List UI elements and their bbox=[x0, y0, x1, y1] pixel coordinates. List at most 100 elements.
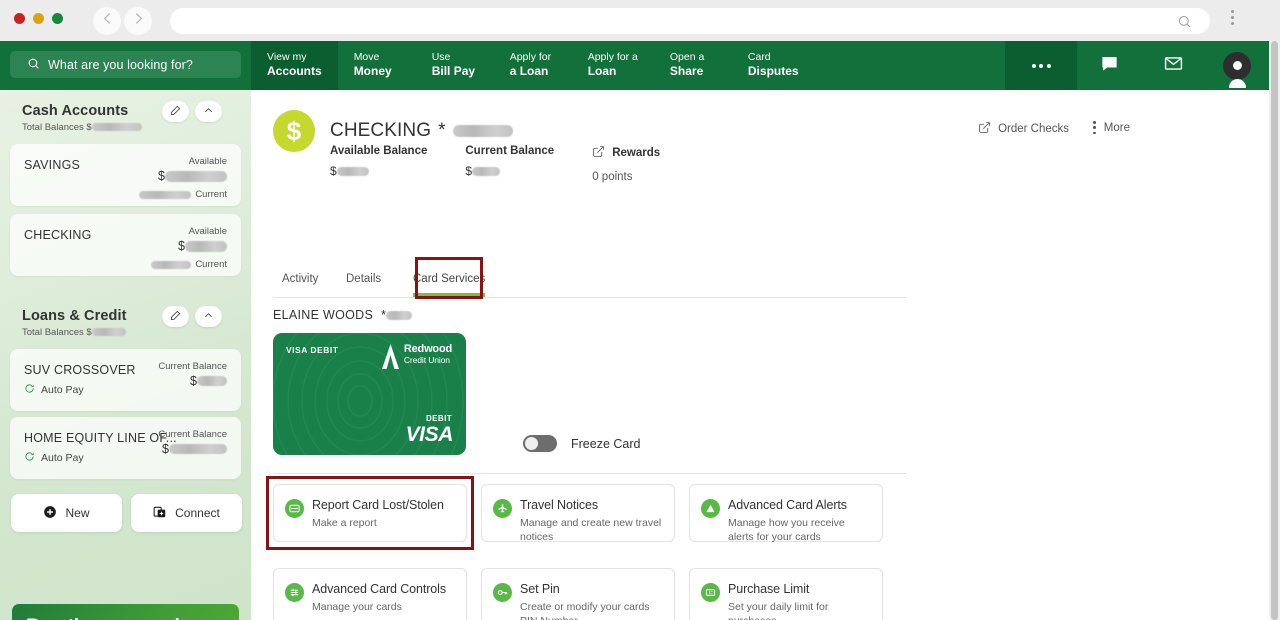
autopay-refresh-icon bbox=[24, 383, 35, 397]
back-button[interactable] bbox=[93, 7, 121, 35]
account-balance-label: Current Balance bbox=[158, 361, 227, 372]
new-account-button[interactable]: New bbox=[11, 494, 122, 532]
external-link-icon bbox=[978, 121, 991, 137]
kebab-menu-icon bbox=[1093, 121, 1096, 135]
address-bar[interactable] bbox=[170, 8, 1210, 34]
messages-chat-button[interactable] bbox=[1077, 41, 1141, 90]
external-link-icon bbox=[592, 145, 605, 161]
autopay-refresh-icon bbox=[24, 451, 35, 465]
section-actions bbox=[162, 101, 222, 122]
freeze-card-row: Freeze Card bbox=[523, 435, 640, 452]
window-traffic-lights bbox=[14, 13, 63, 24]
tab-activity[interactable]: Activity bbox=[282, 273, 318, 297]
nav-item-use-bill-pay[interactable]: Use Bill Pay bbox=[416, 41, 494, 90]
freeze-card-label: Freeze Card bbox=[571, 436, 641, 451]
nav-line2: Bill Pay bbox=[431, 64, 476, 79]
rewards-link[interactable]: Rewards bbox=[592, 145, 660, 161]
service-subtitle: Manage how you receive alerts for your c… bbox=[728, 517, 845, 544]
nav-line1: Apply for bbox=[509, 51, 552, 64]
service-title: Purchase Limit bbox=[728, 582, 810, 596]
nav-item-move-money[interactable]: Move Money bbox=[338, 41, 416, 90]
card-debit-label: DEBIT bbox=[426, 414, 452, 423]
search-input[interactable]: What are you looking for? bbox=[10, 51, 241, 78]
nav-item-open-a-share[interactable]: Open a Share bbox=[654, 41, 732, 90]
mail-button[interactable] bbox=[1141, 41, 1205, 90]
scrollbar-thumb[interactable] bbox=[1271, 41, 1278, 620]
section-total-balance: Total Balances $ bbox=[22, 327, 232, 338]
rewards-block[interactable]: Rewards 0 points bbox=[592, 145, 660, 183]
service-subtitle: Manage and create new travel notices bbox=[520, 517, 662, 544]
dollar-circle-icon: $ bbox=[273, 110, 315, 152]
sidebar-account-home-equity[interactable]: HOME EQUITY LINE OF... Current Balance $… bbox=[10, 417, 241, 479]
autopay-status: Auto Pay bbox=[24, 383, 84, 397]
sidebar-account-savings[interactable]: SAVINGS Available $ Current bbox=[10, 144, 241, 206]
pencil-icon bbox=[170, 103, 181, 121]
user-profile-button[interactable] bbox=[1205, 41, 1269, 90]
promo-banner-auto-loans[interactable]: Buy the car you love Low-rate auto loans… bbox=[12, 604, 239, 620]
button-label: Connect bbox=[175, 506, 220, 520]
account-name: SUV CROSSOVER bbox=[24, 363, 136, 377]
service-card-advanced-card-controls[interactable]: Advanced Card Controls Manage your cards bbox=[273, 568, 467, 620]
connect-account-button[interactable]: Connect bbox=[131, 494, 242, 532]
balance-value: $ bbox=[465, 164, 554, 178]
service-card-advanced-card-alerts[interactable]: Advanced Card Alerts Manage how you rece… bbox=[689, 484, 883, 544]
search-icon bbox=[1177, 14, 1192, 29]
search-icon bbox=[27, 57, 40, 73]
service-title: Set Pin bbox=[520, 582, 560, 596]
page-body: What are you looking for? Cash Accounts … bbox=[0, 41, 1280, 620]
rewards-points: 0 points bbox=[592, 171, 633, 183]
nav-line2: Loan bbox=[587, 64, 617, 79]
balance-label: Current Balance bbox=[465, 145, 555, 157]
edit-section-button[interactable] bbox=[162, 306, 189, 327]
nav-line1: Use bbox=[431, 51, 451, 64]
account-name: HOME EQUITY LINE OF... bbox=[24, 431, 177, 445]
account-name: CHECKING bbox=[24, 228, 92, 242]
close-window-button[interactable] bbox=[14, 13, 25, 24]
toggle-knob bbox=[525, 437, 538, 450]
nav-line1: Open a bbox=[669, 51, 705, 64]
sidebar-account-suv-crossover[interactable]: SUV CROSSOVER Current Balance $ Auto Pay bbox=[10, 349, 241, 411]
nav-item-view-my-accounts[interactable]: View my Accounts bbox=[251, 41, 338, 90]
nav-item-apply-for-a-loan[interactable]: Apply for a Loan bbox=[494, 41, 572, 90]
forward-button[interactable] bbox=[124, 7, 152, 35]
more-button[interactable]: More bbox=[1093, 121, 1130, 135]
page-scrollbar[interactable] bbox=[1269, 41, 1280, 620]
collapse-section-button[interactable] bbox=[195, 306, 222, 327]
collapse-section-button[interactable] bbox=[195, 101, 222, 122]
minimize-window-button[interactable] bbox=[33, 13, 44, 24]
tab-details[interactable]: Details bbox=[346, 273, 381, 297]
brand-line2: Credit Union bbox=[403, 354, 450, 365]
redwood-triangle-icon bbox=[381, 344, 399, 374]
nav-item-card-disputes[interactable]: Card Disputes bbox=[732, 41, 815, 90]
service-card-set-pin[interactable]: Set Pin Create or modify your cards PIN … bbox=[481, 568, 675, 620]
browser-menu-button[interactable] bbox=[1231, 10, 1234, 25]
tab-label: Details bbox=[346, 273, 382, 285]
order-checks-label: Order Checks bbox=[998, 123, 1069, 135]
cardholder-name: ELAINE WOODS * bbox=[273, 308, 413, 322]
arrow-right-icon bbox=[130, 10, 147, 32]
account-title-text: CHECKING bbox=[330, 120, 432, 141]
cardholder-name-text: ELAINE WOODS bbox=[273, 308, 374, 322]
more-options-button[interactable] bbox=[1005, 41, 1077, 90]
chevron-up-icon bbox=[203, 103, 214, 121]
debit-card-image: VISA DEBIT Redwood Credit Union DEBIT VI… bbox=[273, 333, 466, 455]
freeze-card-toggle[interactable] bbox=[523, 435, 557, 452]
sidebar-search-area: What are you looking for? bbox=[0, 41, 251, 90]
current-balance: Current Balance $ bbox=[465, 145, 554, 183]
account-balance-label: Available bbox=[188, 226, 227, 237]
balance-summary: Available Balance $ Current Balance $ Re… bbox=[330, 145, 660, 183]
account-balance-label: Current Balance bbox=[158, 429, 227, 440]
nav-item-apply-for-a-loan-2[interactable]: Apply for a Loan bbox=[572, 41, 654, 90]
arrow-left-icon bbox=[99, 10, 116, 32]
service-card-purchase-limit[interactable]: Purchase Limit Set your daily limit for … bbox=[689, 568, 883, 620]
edit-section-button[interactable] bbox=[162, 101, 189, 122]
order-checks-button[interactable]: Order Checks bbox=[978, 121, 1069, 137]
service-card-travel-notices[interactable]: Travel Notices Manage and create new tra… bbox=[481, 484, 675, 544]
alert-triangle-icon bbox=[701, 499, 720, 518]
sliders-icon bbox=[285, 583, 304, 602]
airplane-icon bbox=[493, 499, 512, 518]
app-root: What are you looking for? Cash Accounts … bbox=[0, 0, 1280, 620]
maximize-window-button[interactable] bbox=[52, 13, 63, 24]
more-dots-icon bbox=[1031, 63, 1051, 68]
sidebar-account-checking[interactable]: CHECKING Available $ Current bbox=[10, 214, 241, 276]
